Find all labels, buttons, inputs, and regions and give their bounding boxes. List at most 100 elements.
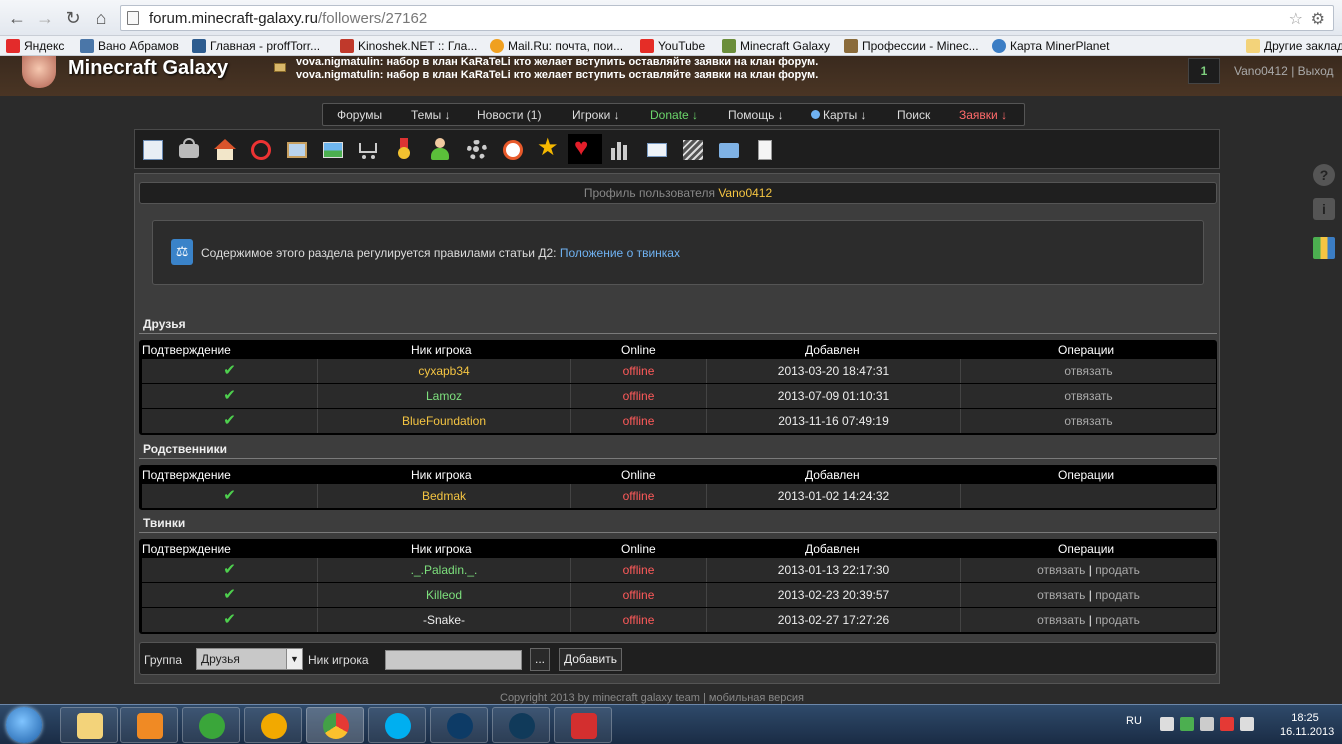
nav-news[interactable]: Новости (1)	[477, 108, 541, 122]
nav-topics[interactable]: Темы ↓	[411, 108, 451, 122]
mobile-version-link[interactable]: мобильная версия	[709, 692, 804, 704]
media-player-app[interactable]	[120, 707, 178, 743]
operations: отвязать | продать	[961, 608, 1216, 632]
info-icon[interactable]: i	[1313, 198, 1335, 220]
section-divider	[139, 458, 1217, 459]
player-nick[interactable]: cyxapb34	[318, 359, 571, 383]
clock-icon[interactable]	[497, 134, 527, 164]
sell-link[interactable]: продать	[1095, 563, 1140, 577]
stats-icon[interactable]	[605, 134, 635, 164]
unlink-link[interactable]: отвязать	[1037, 563, 1085, 577]
medal-icon[interactable]	[389, 134, 419, 164]
col-ops: Операции	[1058, 468, 1115, 482]
forward-icon[interactable]: →	[34, 7, 56, 29]
antivirus-icon[interactable]	[1220, 717, 1234, 731]
logout-link[interactable]: Выход	[1298, 64, 1334, 78]
wrench-icon[interactable]: ⚙	[1311, 9, 1325, 29]
unlink-link[interactable]: отвязать	[1064, 414, 1112, 428]
bookmark-item[interactable]: Профессии - Minec...	[844, 38, 979, 54]
explorer-app[interactable]	[60, 707, 118, 743]
bookmark-item[interactable]: Mail.Ru: почта, пои...	[490, 38, 623, 54]
back-icon[interactable]: ←	[6, 7, 28, 29]
star-icon[interactable]: ★	[533, 134, 563, 164]
pdf-app[interactable]	[554, 707, 612, 743]
network-icon[interactable]	[1200, 717, 1214, 731]
mail-icon[interactable]	[641, 134, 671, 164]
ban-icon[interactable]	[245, 134, 275, 164]
table-row: ✔ Lamoz offline 2013-07-09 01:10:31 отвя…	[142, 384, 1216, 408]
bookmark-item[interactable]: Minecraft Galaxy	[722, 38, 830, 54]
add-button[interactable]: Добавить	[559, 648, 622, 671]
bookmark-item[interactable]: Вано Абрамов	[80, 38, 179, 54]
other-bookmarks[interactable]: Другие заклад	[1246, 38, 1342, 54]
address-bar[interactable]: forum.minecraft-galaxy.ru/followers/2716…	[120, 5, 1334, 31]
site-logo[interactable]: Minecraft Galaxy	[68, 57, 228, 80]
username-link[interactable]: Vano0412	[1234, 64, 1288, 78]
player-nick[interactable]: Killeod	[318, 583, 571, 607]
reload-icon[interactable]: ↻	[62, 7, 84, 29]
nav-forums[interactable]: Форумы	[337, 108, 382, 122]
start-button[interactable]	[6, 707, 42, 743]
nav-donate[interactable]: Donate ↓	[650, 108, 698, 122]
twinks-rules-link[interactable]: Положение о твинках	[560, 246, 680, 260]
clock[interactable]: 18:25 16.11.2013	[1280, 711, 1334, 739]
bookmark-item[interactable]: YouTube	[640, 38, 705, 54]
chevron-down-icon[interactable]: ▼	[286, 649, 302, 669]
unlink-link[interactable]: отвязать	[1064, 389, 1112, 403]
sell-link[interactable]: продать	[1095, 613, 1140, 627]
unlink-link[interactable]: отвязать	[1064, 364, 1112, 378]
notification-count[interactable]: 1	[1188, 58, 1220, 84]
lock-icon[interactable]	[173, 134, 203, 164]
language-indicator[interactable]: RU	[1126, 715, 1142, 727]
aimp-app[interactable]	[244, 707, 302, 743]
nav-players[interactable]: Игроки ↓	[572, 108, 620, 122]
bookmark-item[interactable]: Яндекс	[6, 38, 64, 54]
document-icon[interactable]	[749, 134, 779, 164]
nav-help[interactable]: Помощь ↓	[728, 108, 784, 122]
bookmark-item[interactable]: Главная - proffTorr...	[192, 38, 320, 54]
user-icon[interactable]	[425, 134, 455, 164]
help-icon[interactable]: ?	[1313, 164, 1335, 186]
sell-link[interactable]: продать	[1095, 588, 1140, 602]
profile-card-icon[interactable]	[137, 134, 167, 164]
chrome-app[interactable]	[306, 707, 364, 743]
group-select[interactable]: Друзья ▼	[196, 648, 303, 670]
app-1[interactable]	[430, 707, 488, 743]
player-nick[interactable]: -Snake-	[318, 608, 571, 632]
nav-requests[interactable]: Заявки ↓	[959, 108, 1007, 122]
player-nick[interactable]: Lamoz	[318, 384, 571, 408]
bookmark-item[interactable]: Kinoshek.NET :: Гла...	[340, 38, 477, 54]
gear-icon[interactable]	[461, 134, 491, 164]
network-app[interactable]	[182, 707, 240, 743]
volume-icon[interactable]	[1240, 717, 1254, 731]
player-nick[interactable]: ._.Paladin._.	[318, 558, 571, 582]
profile-username[interactable]: Vano0412	[718, 186, 772, 200]
home-icon[interactable]: ⌂	[90, 7, 112, 29]
nav-search[interactable]: Поиск	[897, 108, 930, 122]
landscape-icon[interactable]	[317, 134, 347, 164]
home-icon[interactable]	[209, 134, 239, 164]
nav-maps[interactable]: Карты ↓	[811, 108, 867, 122]
unlink-link[interactable]: отвязать	[1037, 613, 1085, 627]
added-date: 2013-01-13 22:17:30	[707, 558, 961, 582]
heart-icon[interactable]: ♥	[568, 134, 602, 164]
skype-app[interactable]	[368, 707, 426, 743]
shield-icon[interactable]	[1180, 717, 1194, 731]
tray-arrow-icon[interactable]	[1160, 717, 1174, 731]
stats-icon[interactable]	[1313, 237, 1335, 259]
logo-icon[interactable]	[22, 56, 56, 88]
bookmark-star-icon[interactable]: ☆	[1289, 9, 1303, 29]
nick-input[interactable]	[385, 650, 522, 670]
notes-icon[interactable]	[677, 134, 707, 164]
bookmark-item[interactable]: Карта MinerPlanet	[992, 38, 1109, 54]
player-nick[interactable]: BlueFoundation	[318, 409, 571, 433]
picture-frame-icon[interactable]	[281, 134, 311, 164]
player-nick[interactable]: Bedmak	[318, 484, 571, 508]
url-text[interactable]: forum.minecraft-galaxy.ru/followers/2716…	[149, 10, 427, 27]
footer: Copyright 2013 by minecraft galaxy team …	[500, 692, 804, 704]
cart-icon[interactable]	[353, 134, 383, 164]
browse-button[interactable]: ...	[530, 648, 550, 671]
folder-icon[interactable]	[713, 134, 743, 164]
unlink-link[interactable]: отвязать	[1037, 588, 1085, 602]
app-2[interactable]	[492, 707, 550, 743]
